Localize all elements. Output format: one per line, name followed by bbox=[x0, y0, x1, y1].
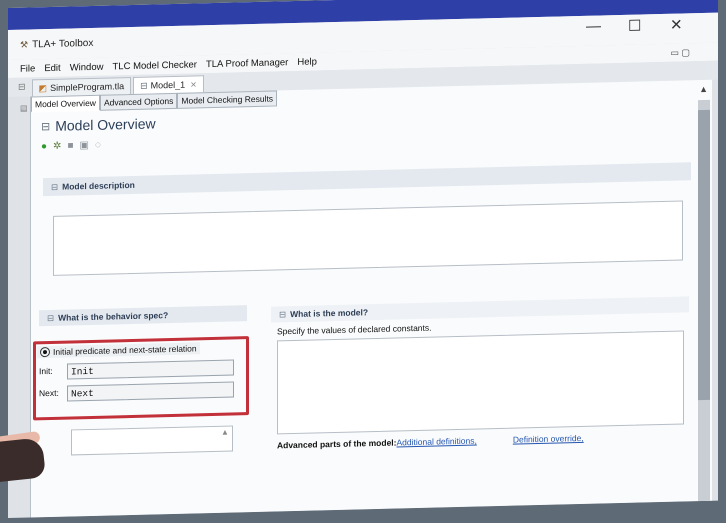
tab-model-overview[interactable]: Model Overview bbox=[31, 94, 100, 113]
model-overview-icon: ⊟ bbox=[41, 120, 51, 133]
temporal-formula-field[interactable] bbox=[71, 425, 233, 456]
menu-tla-proof-manager[interactable]: TLA Proof Manager bbox=[206, 57, 288, 70]
model-title: What is the model? bbox=[290, 307, 369, 320]
field-scroll-icon[interactable]: ▲ bbox=[221, 428, 229, 437]
model-editor: Model Overview Advanced Options Model Ch… bbox=[30, 79, 712, 518]
tab-close-icon[interactable]: ✕ bbox=[190, 80, 197, 89]
run-icon[interactable]: ● bbox=[41, 141, 47, 152]
next-label: Next: bbox=[39, 387, 59, 399]
scroll-up-icon[interactable]: ▲ bbox=[699, 84, 708, 94]
tools-icon[interactable]: ✲ bbox=[53, 141, 61, 152]
menu-help[interactable]: Help bbox=[297, 56, 317, 67]
collapse-icon[interactable]: ⊟ bbox=[279, 309, 286, 320]
tab-model-checking-results[interactable]: Model Checking Results bbox=[177, 90, 278, 109]
menu-tlc-model-checker[interactable]: TLC Model Checker bbox=[112, 59, 196, 72]
toolbox-app-icon: ⚒ bbox=[20, 39, 29, 50]
stop-icon[interactable]: ■ bbox=[67, 140, 73, 151]
model-icon: ⊟ bbox=[140, 80, 148, 91]
projected-screen: ⚒ TLA+ Toolbox — ☐ ✕ File Edit Window TL… bbox=[8, 0, 718, 519]
scrollbar-thumb[interactable] bbox=[698, 109, 710, 401]
definition-override-link[interactable]: Definition override, bbox=[513, 433, 584, 445]
tla-file-icon: ◩ bbox=[38, 82, 48, 93]
behavior-spec-title: What is the behavior spec? bbox=[58, 310, 169, 323]
tab-advanced-options[interactable]: Advanced Options bbox=[99, 92, 178, 111]
init-label: Init: bbox=[39, 365, 53, 377]
behavior-spec-header[interactable]: ⊟ What is the behavior spec? bbox=[39, 305, 247, 327]
model-description-header[interactable]: ⊟ Model description bbox=[43, 162, 691, 197]
additional-definitions-link[interactable]: Additional definitions, bbox=[397, 436, 477, 448]
model-toolbar: ● ✲ ■ ▣ ◌ bbox=[41, 140, 101, 152]
left-trim-icon: ▤ bbox=[20, 103, 28, 113]
constants-subtitle: Specify the values of declared constants… bbox=[277, 322, 432, 337]
model-header[interactable]: ⊟ What is the model? bbox=[271, 296, 689, 323]
collapse-icon[interactable]: ⊟ bbox=[47, 312, 54, 323]
lock-icon[interactable]: ▣ bbox=[79, 140, 88, 151]
menu-edit[interactable]: Edit bbox=[44, 62, 60, 73]
menu-window[interactable]: Window bbox=[70, 61, 104, 73]
view-min-max-controls[interactable]: ▭ ▢ bbox=[670, 47, 690, 58]
constants-table[interactable] bbox=[277, 330, 684, 435]
overview-title-text: Model Overview bbox=[55, 115, 156, 134]
radio-selected-icon[interactable] bbox=[40, 346, 50, 358]
model-description-title: Model description bbox=[62, 179, 135, 192]
advanced-parts-label: Advanced parts of the model: bbox=[277, 437, 397, 451]
close-button[interactable]: ✕ bbox=[670, 16, 683, 34]
menu-file[interactable]: File bbox=[20, 63, 35, 74]
window-title: TLA+ Toolbox bbox=[32, 37, 94, 50]
minimize-button[interactable]: — bbox=[586, 18, 601, 35]
advanced-parts-row: Advanced parts of the model: Additional … bbox=[277, 433, 584, 450]
tab-simpleprogram-label: SimpleProgram.tla bbox=[50, 81, 125, 93]
radio-label: Initial predicate and next-state relatio… bbox=[53, 343, 197, 357]
tab-model-1[interactable]: ⊟ Model_1 ✕ bbox=[133, 75, 204, 94]
collapse-icon[interactable]: ⊟ bbox=[51, 181, 58, 192]
page-title: ⊟ Model Overview bbox=[41, 115, 156, 134]
model-description-field[interactable] bbox=[53, 200, 683, 276]
pin-icon: ⊟ bbox=[18, 81, 26, 92]
tab-model-1-label: Model_1 bbox=[150, 79, 186, 91]
eye-icon[interactable]: ◌ bbox=[95, 140, 101, 151]
maximize-button[interactable]: ☐ bbox=[628, 17, 641, 35]
